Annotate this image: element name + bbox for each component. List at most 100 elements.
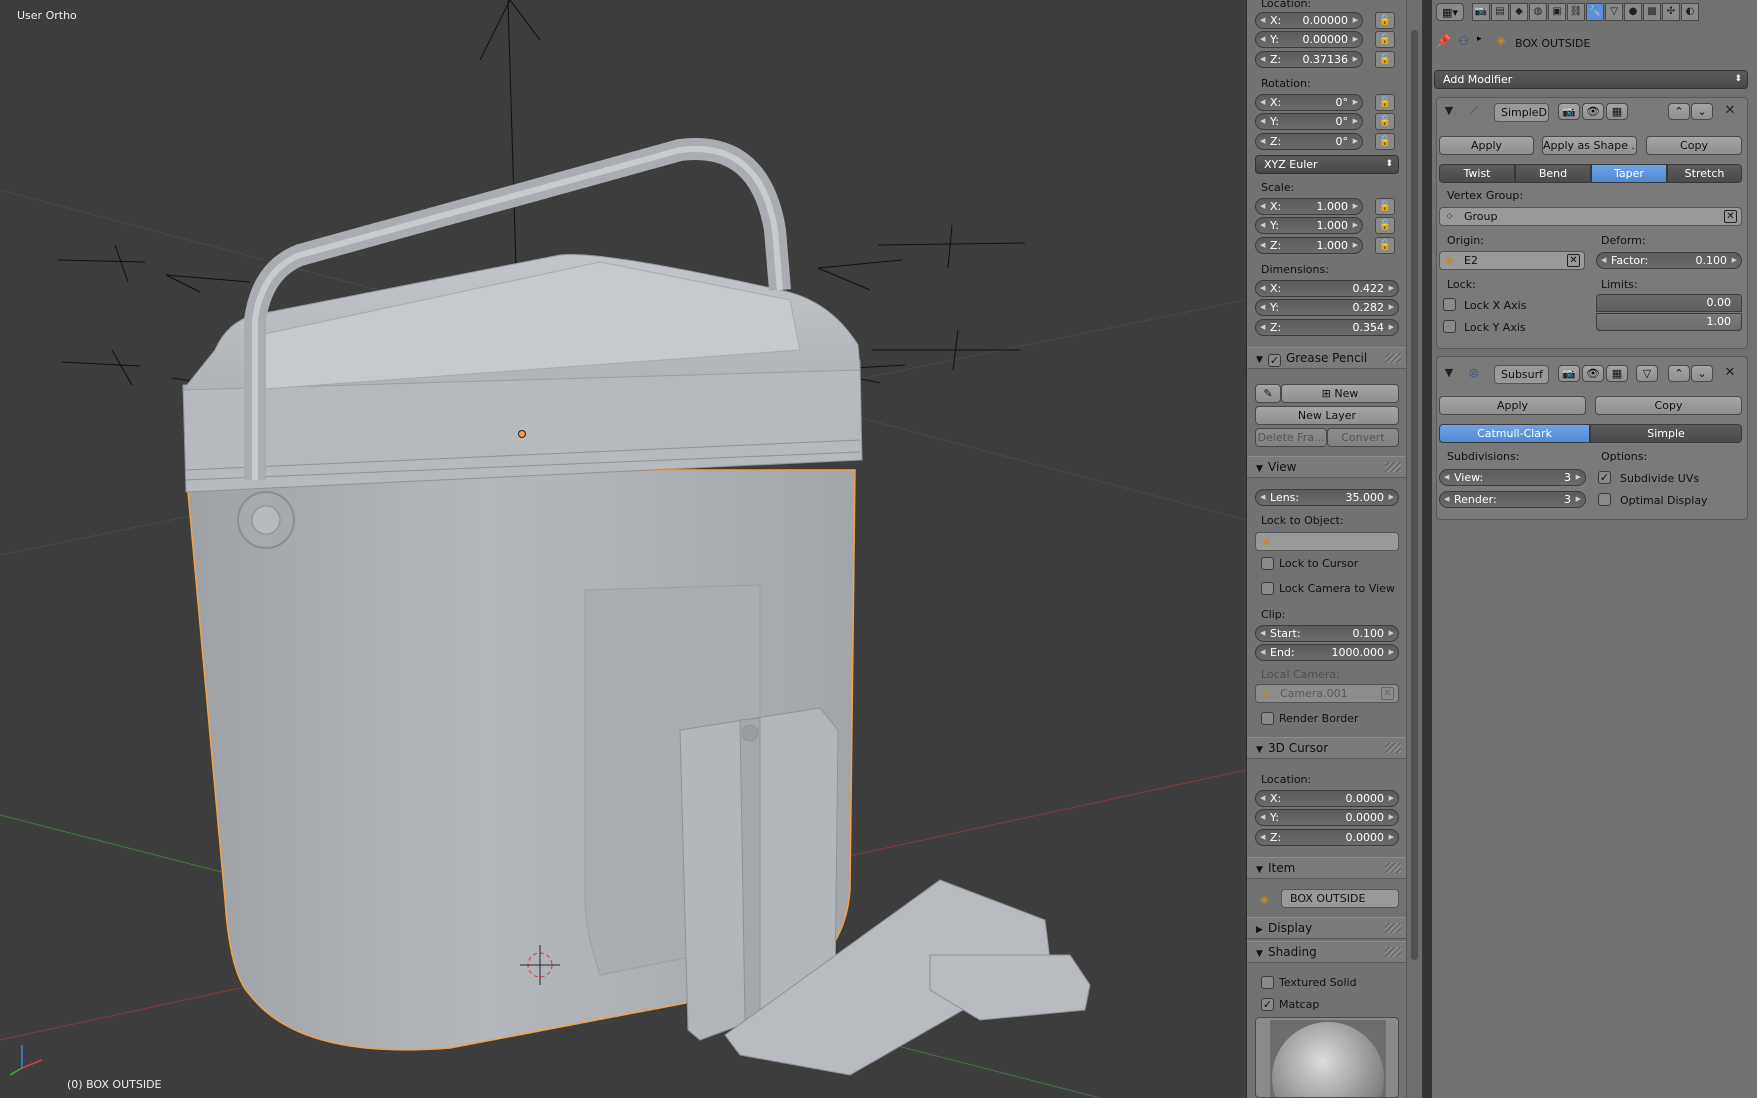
- lock-rotation-y-icon[interactable]: 🔓: [1375, 113, 1395, 130]
- pin-icon[interactable]: 📌: [1436, 34, 1451, 48]
- viewport-toggle-eye-icon[interactable]: 👁: [1582, 103, 1604, 120]
- subsurf-copy-button[interactable]: Copy: [1595, 396, 1742, 415]
- mode-stretch-button[interactable]: Stretch: [1667, 164, 1742, 183]
- limit-max-slider[interactable]: 1.00: [1596, 313, 1742, 331]
- dimensions-z-field[interactable]: ◀ Z: 0.354 ▶: [1255, 319, 1399, 336]
- lock-scale-z-icon[interactable]: 🔓: [1375, 237, 1395, 254]
- rotation-x-field[interactable]: ◀ X: 0° ▶: [1255, 94, 1363, 111]
- render-toggle-camera-icon[interactable]: 📷: [1558, 103, 1580, 120]
- collapse-triangle-icon[interactable]: ▼: [1441, 102, 1457, 119]
- lock-to-cursor-checkbox[interactable]: [1261, 557, 1274, 570]
- dimensions-x-field[interactable]: ◀ X: 0.422 ▶: [1255, 280, 1399, 297]
- local-camera-field[interactable]: ◈ Camera.001 ✕: [1255, 684, 1399, 703]
- lens-field[interactable]: ◀ Lens: 35.000 ▶: [1255, 489, 1399, 506]
- lock-location-z-icon[interactable]: 🔓: [1375, 51, 1395, 68]
- vertex-group-field[interactable]: ⁘ Group ✕: [1439, 207, 1742, 226]
- simple-subdiv-button[interactable]: Simple: [1590, 424, 1742, 443]
- mesh-data-icon[interactable]: ▽: [1605, 3, 1623, 21]
- shading-panel-header[interactable]: ▼ Shading: [1247, 941, 1407, 963]
- item-name-field[interactable]: BOX OUTSIDE: [1281, 889, 1399, 908]
- constraints-icon[interactable]: ⛓: [1567, 3, 1585, 21]
- textured-solid-checkbox[interactable]: [1261, 976, 1274, 989]
- grease-pencil-checkbox[interactable]: ✓: [1268, 354, 1281, 367]
- delete-frame-button[interactable]: Delete Fra...: [1255, 428, 1327, 447]
- mode-twist-button[interactable]: Twist: [1439, 164, 1515, 183]
- shelf-scrollbar[interactable]: [1406, 0, 1422, 1098]
- drag-grip-icon[interactable]: [1385, 353, 1401, 363]
- mode-bend-button[interactable]: Bend: [1515, 164, 1591, 183]
- drag-grip-icon[interactable]: [1385, 743, 1401, 753]
- editmode-toggle-icon[interactable]: ▦: [1606, 103, 1628, 120]
- 3d-viewport[interactable]: User Ortho (0) BOX OUTSIDE: [0, 0, 1246, 1098]
- convert-button[interactable]: Convert: [1327, 428, 1399, 447]
- render-toggle-camera-icon[interactable]: 📷: [1558, 365, 1580, 382]
- render-context-icon[interactable]: 📷: [1472, 3, 1490, 21]
- factor-field[interactable]: ◀ Factor: 0.100 ▶: [1596, 252, 1742, 269]
- physics-icon[interactable]: ◐: [1681, 3, 1699, 21]
- particles-icon[interactable]: ✣: [1662, 3, 1680, 21]
- subsurf-name-field[interactable]: Subsurf: [1494, 365, 1549, 384]
- subdivide-uvs-checkbox[interactable]: ✓: [1598, 471, 1611, 484]
- move-up-arrow-icon[interactable]: ⌃: [1668, 103, 1690, 120]
- limit-min-slider[interactable]: 0.00: [1596, 294, 1742, 312]
- cursor-y-field[interactable]: ◀ Y: 0.0000 ▶: [1255, 809, 1399, 826]
- lock-location-x-icon[interactable]: 🔓: [1375, 12, 1395, 29]
- 3d-cursor-panel-header[interactable]: ▼ 3D Cursor: [1247, 737, 1407, 759]
- world-context-icon[interactable]: ◍: [1529, 3, 1547, 21]
- lock-y-axis-checkbox[interactable]: [1443, 320, 1456, 333]
- lock-camera-checkbox[interactable]: [1261, 582, 1274, 595]
- scale-y-field[interactable]: ◀ Y: 1.000 ▶: [1255, 217, 1363, 234]
- drag-grip-icon[interactable]: [1385, 863, 1401, 873]
- move-down-arrow-icon[interactable]: ⌄: [1691, 103, 1713, 120]
- scale-x-field[interactable]: ◀ X: 1.000 ▶: [1255, 198, 1363, 215]
- location-y-field[interactable]: ◀ Y: 0.00000 ▶: [1255, 31, 1363, 48]
- clear-x-icon[interactable]: ✕: [1724, 210, 1737, 223]
- clear-x-icon[interactable]: ✕: [1567, 254, 1580, 267]
- object-context-icon[interactable]: ▣: [1548, 3, 1566, 21]
- grease-pencil-icon[interactable]: ✎: [1255, 384, 1281, 403]
- grease-pencil-panel-header[interactable]: ▼ ✓ Grease Pencil: [1247, 347, 1407, 369]
- drag-grip-icon[interactable]: [1385, 462, 1401, 472]
- render-layers-icon[interactable]: ▤: [1491, 3, 1509, 21]
- editor-type-icon[interactable]: ▦▾: [1436, 3, 1464, 21]
- rotation-z-field[interactable]: ◀ Z: 0° ▶: [1255, 133, 1363, 150]
- texture-icon[interactable]: ▩: [1643, 3, 1661, 21]
- editmode-toggle-icon[interactable]: ▦: [1606, 365, 1628, 382]
- optimal-display-checkbox[interactable]: [1598, 493, 1611, 506]
- simple-deform-name-field[interactable]: SimpleD: [1494, 103, 1549, 122]
- drag-grip-icon[interactable]: [1385, 923, 1401, 933]
- lock-rotation-z-icon[interactable]: 🔓: [1375, 133, 1395, 150]
- add-modifier-dropdown[interactable]: Add Modifier ⬍: [1434, 70, 1748, 89]
- collapse-triangle-icon[interactable]: ▼: [1441, 364, 1457, 381]
- move-up-arrow-icon[interactable]: ⌃: [1668, 365, 1690, 382]
- cursor-x-field[interactable]: ◀ X: 0.0000 ▶: [1255, 790, 1399, 807]
- simple-deform-apply-button[interactable]: Apply: [1439, 136, 1534, 155]
- mode-taper-button[interactable]: Taper: [1591, 164, 1667, 183]
- modifiers-wrench-icon[interactable]: 🔧: [1586, 3, 1604, 21]
- subdiv-render-field[interactable]: ◀ Render: 3 ▶: [1439, 491, 1586, 508]
- viewport-toggle-eye-icon[interactable]: 👁: [1582, 365, 1604, 382]
- lock-rotation-x-icon[interactable]: 🔓: [1375, 94, 1395, 111]
- clip-end-field[interactable]: ◀ End: 1000.000 ▶: [1255, 644, 1399, 661]
- matcap-checkbox[interactable]: ✓: [1261, 998, 1274, 1011]
- apply-as-shape-button[interactable]: Apply as Shape ...: [1542, 136, 1637, 155]
- matcap-preview[interactable]: [1255, 1017, 1399, 1098]
- subdiv-view-field[interactable]: ◀ View: 3 ▶: [1439, 469, 1586, 486]
- scrollbar-thumb[interactable]: [1411, 30, 1418, 960]
- location-z-field[interactable]: ◀ Z: 0.37136 ▶: [1255, 51, 1363, 68]
- cursor-z-field[interactable]: ◀ Z: 0.0000 ▶: [1255, 829, 1399, 846]
- lock-x-axis-checkbox[interactable]: [1443, 298, 1456, 311]
- drag-grip-icon[interactable]: [1385, 947, 1401, 957]
- material-icon[interactable]: ●: [1624, 3, 1642, 21]
- on-cage-toggle-icon[interactable]: ▽: [1636, 365, 1658, 382]
- clear-x-icon[interactable]: ✕: [1381, 687, 1394, 700]
- render-border-checkbox[interactable]: [1261, 712, 1274, 725]
- lock-scale-x-icon[interactable]: 🔓: [1375, 198, 1395, 215]
- lock-location-y-icon[interactable]: 🔓: [1375, 31, 1395, 48]
- move-down-arrow-icon[interactable]: ⌄: [1691, 365, 1713, 382]
- remove-modifier-close-icon[interactable]: ✕: [1722, 102, 1738, 119]
- simple-deform-copy-button[interactable]: Copy: [1646, 136, 1742, 155]
- scene-context-icon[interactable]: ◆: [1510, 3, 1528, 21]
- item-panel-header[interactable]: ▼ Item: [1247, 857, 1407, 879]
- clip-start-field[interactable]: ◀ Start: 0.100 ▶: [1255, 625, 1399, 642]
